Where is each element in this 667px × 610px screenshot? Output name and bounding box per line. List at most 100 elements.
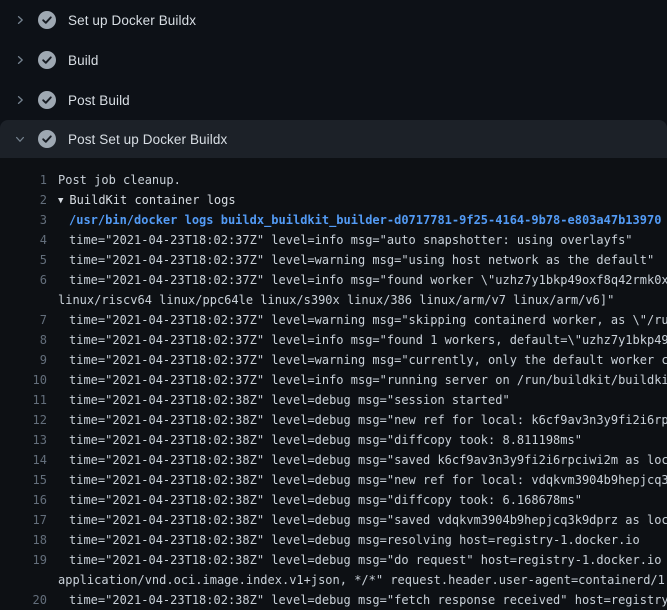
log-line-number[interactable]: 8 <box>0 330 47 350</box>
log-line[interactable]: 7 time="2021-04-23T18:02:37Z" level=warn… <box>0 310 667 330</box>
log-line-number[interactable]: 18 <box>0 530 47 550</box>
log-line-content: time="2021-04-23T18:02:38Z" level=debug … <box>69 393 510 407</box>
log-line-text: time="2021-04-23T18:02:37Z" level=info m… <box>69 330 667 350</box>
log-line[interactable]: 19 time="2021-04-23T18:02:38Z" level=deb… <box>0 550 667 570</box>
log-line[interactable]: 18 time="2021-04-23T18:02:38Z" level=deb… <box>0 530 667 550</box>
log-line-number[interactable]: 4 <box>0 230 47 250</box>
log-line-number[interactable]: 15 <box>0 470 47 490</box>
log-line-number[interactable] <box>0 290 47 310</box>
log-line-text: time="2021-04-23T18:02:38Z" level=debug … <box>69 530 640 550</box>
log-line-number[interactable]: 9 <box>0 350 47 370</box>
step-row[interactable]: Build <box>0 40 667 80</box>
log-line[interactable]: 11 time="2021-04-23T18:02:38Z" level=deb… <box>0 390 667 410</box>
log-line[interactable]: application/vnd.oci.image.index.v1+json,… <box>0 570 667 590</box>
step-label[interactable]: Build <box>68 53 99 68</box>
log-line-content: time="2021-04-23T18:02:37Z" level=info m… <box>69 233 633 247</box>
step-list: Set up Docker Buildx Build <box>0 0 667 158</box>
step-row[interactable]: Post Build <box>0 80 667 120</box>
step-row[interactable]: Post Set up Docker Buildx <box>0 120 667 158</box>
group-collapse-icon[interactable]: ▼ <box>58 196 63 206</box>
log-line[interactable]: 1 Post job cleanup. <box>0 170 667 190</box>
check-circle-icon <box>38 51 56 69</box>
log-line-content: time="2021-04-23T18:02:38Z" level=debug … <box>69 413 667 427</box>
log-line-content: time="2021-04-23T18:02:38Z" level=debug … <box>69 553 667 567</box>
log-line-text: linux/riscv64 linux/ppc64le linux/s390x … <box>58 290 614 310</box>
log-line[interactable]: 3 /usr/bin/docker logs buildx_buildkit_b… <box>0 210 667 230</box>
log-line-number[interactable]: 13 <box>0 430 47 450</box>
actions-log-page: { "steps": [ {"label": "Set up Docker Bu… <box>0 0 667 600</box>
chevron-down-icon[interactable] <box>12 131 28 147</box>
log-line-text: time="2021-04-23T18:02:37Z" level=info m… <box>69 230 633 250</box>
log-line-number[interactable]: 2 <box>0 190 47 210</box>
log-line-text: time="2021-04-23T18:02:38Z" level=debug … <box>69 590 667 610</box>
log-line-text: /usr/bin/docker logs buildx_buildkit_bui… <box>69 210 661 230</box>
log-line-content: application/vnd.oci.image.index.v1+json,… <box>58 573 667 587</box>
log-line[interactable]: 17 time="2021-04-23T18:02:38Z" level=deb… <box>0 510 667 530</box>
log-line-number[interactable]: 11 <box>0 390 47 410</box>
step-label[interactable]: Set up Docker Buildx <box>68 13 196 28</box>
log-line-text: time="2021-04-23T18:02:37Z" level=info m… <box>69 270 667 290</box>
log-line-number[interactable]: 19 <box>0 550 47 570</box>
log-line-number[interactable]: 10 <box>0 370 47 390</box>
log-line-text: time="2021-04-23T18:02:38Z" level=debug … <box>69 450 667 470</box>
log-line-text: application/vnd.oci.image.index.v1+json,… <box>58 570 667 590</box>
log-line-content: Post job cleanup. <box>58 173 181 187</box>
log-line-content: time="2021-04-23T18:02:37Z" level=warnin… <box>69 313 667 327</box>
log-line[interactable]: 6 time="2021-04-23T18:02:37Z" level=info… <box>0 270 667 290</box>
log-line-number[interactable]: 16 <box>0 490 47 510</box>
log-line[interactable]: 2 ▼ BuildKit container logs <box>0 190 667 210</box>
log-line-number[interactable]: 6 <box>0 270 47 290</box>
check-circle-icon <box>38 11 56 29</box>
log-line[interactable]: 16 time="2021-04-23T18:02:38Z" level=deb… <box>0 490 667 510</box>
log-line-content: BuildKit container logs <box>69 193 235 207</box>
log-viewer: 1 Post job cleanup. 2 ▼ BuildKit containe… <box>0 158 667 610</box>
log-line-number[interactable]: 3 <box>0 210 47 230</box>
log-line-number[interactable]: 12 <box>0 410 47 430</box>
log-line-content: time="2021-04-23T18:02:37Z" level=info m… <box>69 333 667 347</box>
log-line-number[interactable] <box>0 570 47 590</box>
step-row[interactable]: Set up Docker Buildx <box>0 0 667 40</box>
log-line-content: time="2021-04-23T18:02:37Z" level=warnin… <box>69 253 654 267</box>
log-line-number[interactable]: 17 <box>0 510 47 530</box>
log-line[interactable]: 14 time="2021-04-23T18:02:38Z" level=deb… <box>0 450 667 470</box>
log-line[interactable]: 20 time="2021-04-23T18:02:38Z" level=deb… <box>0 590 667 610</box>
check-circle-icon <box>38 91 56 109</box>
log-line[interactable]: 10 time="2021-04-23T18:02:37Z" level=inf… <box>0 370 667 390</box>
log-line[interactable]: 9 time="2021-04-23T18:02:37Z" level=warn… <box>0 350 667 370</box>
log-line-text: time="2021-04-23T18:02:37Z" level=info m… <box>69 370 667 390</box>
log-line-number[interactable]: 20 <box>0 590 47 610</box>
check-circle-icon <box>38 130 56 148</box>
log-line-content: time="2021-04-23T18:02:38Z" level=debug … <box>69 453 667 467</box>
log-line-text: time="2021-04-23T18:02:38Z" level=debug … <box>69 490 582 510</box>
log-line[interactable]: 4 time="2021-04-23T18:02:37Z" level=info… <box>0 230 667 250</box>
log-line-text: time="2021-04-23T18:02:37Z" level=warnin… <box>69 350 667 370</box>
log-line[interactable]: 15 time="2021-04-23T18:02:38Z" level=deb… <box>0 470 667 490</box>
log-line-content: time="2021-04-23T18:02:38Z" level=debug … <box>69 533 640 547</box>
log-line-number[interactable]: 1 <box>0 170 47 190</box>
log-line-text: time="2021-04-23T18:02:38Z" level=debug … <box>69 430 582 450</box>
log-line-content: linux/riscv64 linux/ppc64le linux/s390x … <box>58 293 614 307</box>
chevron-right-icon[interactable] <box>12 12 28 28</box>
log-line[interactable]: 5 time="2021-04-23T18:02:37Z" level=warn… <box>0 250 667 270</box>
log-line-text: time="2021-04-23T18:02:38Z" level=debug … <box>69 510 667 530</box>
log-line-content: time="2021-04-23T18:02:38Z" level=debug … <box>69 473 667 487</box>
log-line-content: time="2021-04-23T18:02:37Z" level=warnin… <box>69 353 667 367</box>
log-line-text: time="2021-04-23T18:02:38Z" level=debug … <box>69 550 667 570</box>
log-line[interactable]: 8 time="2021-04-23T18:02:37Z" level=info… <box>0 330 667 350</box>
log-line-number[interactable]: 7 <box>0 310 47 330</box>
log-line-text: time="2021-04-23T18:02:38Z" level=debug … <box>69 470 667 490</box>
chevron-right-icon[interactable] <box>12 92 28 108</box>
log-line-content: time="2021-04-23T18:02:38Z" level=debug … <box>69 433 582 447</box>
log-line[interactable]: 12 time="2021-04-23T18:02:38Z" level=deb… <box>0 410 667 430</box>
chevron-right-icon[interactable] <box>12 52 28 68</box>
log-line-number[interactable]: 5 <box>0 250 47 270</box>
log-line-text: ▼ BuildKit container logs <box>58 190 236 210</box>
step-label[interactable]: Post Build <box>68 93 130 108</box>
step-label[interactable]: Post Set up Docker Buildx <box>68 132 227 147</box>
log-line-content: time="2021-04-23T18:02:37Z" level=info m… <box>69 373 667 387</box>
log-line-number[interactable]: 14 <box>0 450 47 470</box>
log-line-text: Post job cleanup. <box>58 170 181 190</box>
log-line[interactable]: 13 time="2021-04-23T18:02:38Z" level=deb… <box>0 430 667 450</box>
log-line[interactable]: linux/riscv64 linux/ppc64le linux/s390x … <box>0 290 667 310</box>
log-line-text: time="2021-04-23T18:02:37Z" level=warnin… <box>69 250 654 270</box>
